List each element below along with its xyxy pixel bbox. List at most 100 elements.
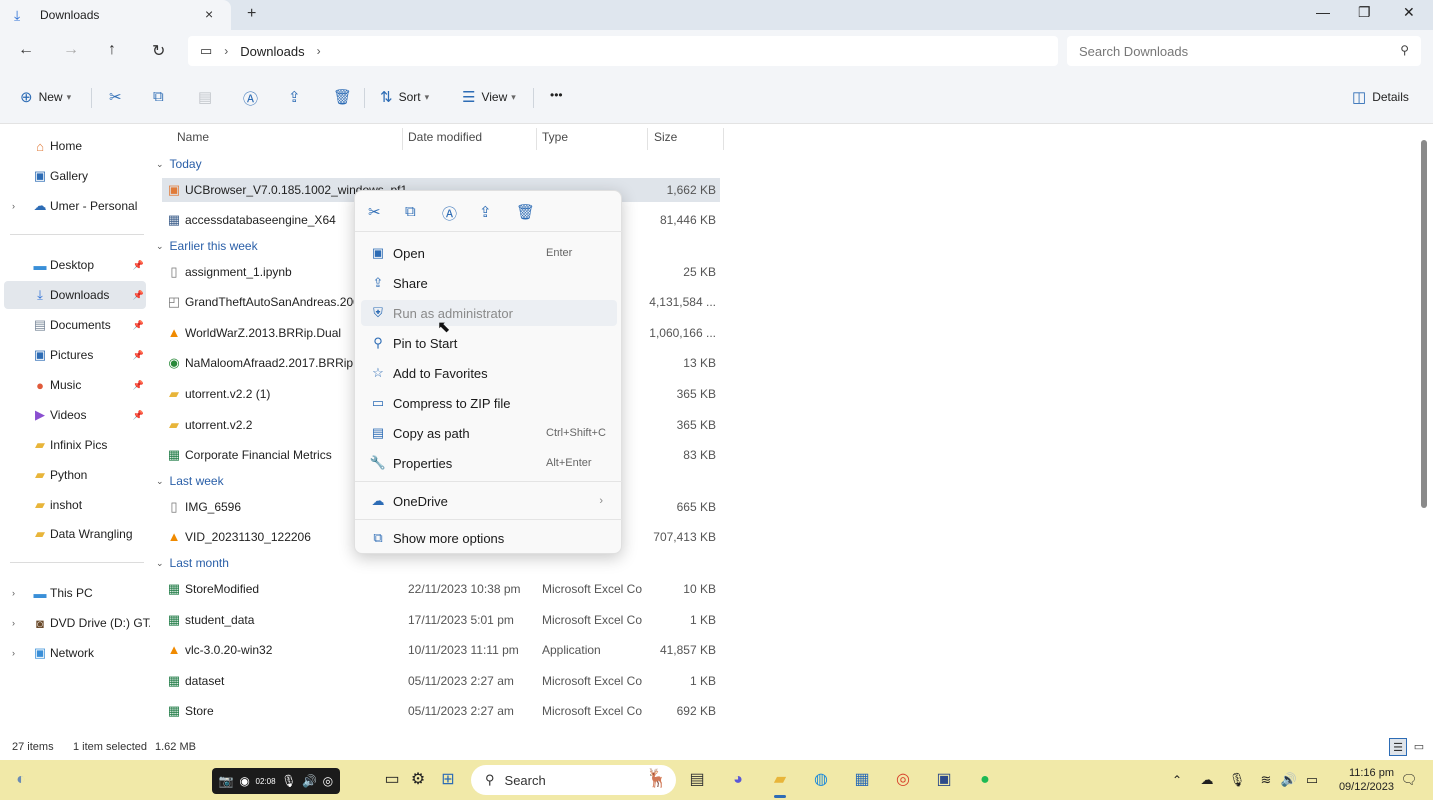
group-header[interactable]: ⌄ Last month	[156, 556, 229, 570]
more-button[interactable]: •••	[550, 88, 563, 102]
view-button[interactable]: ☰ View ▾	[462, 88, 516, 106]
pin-icon[interactable]: 📌	[133, 260, 144, 271]
column-header-type[interactable]: Type	[542, 130, 568, 144]
chrome-icon[interactable]: ◎	[891, 768, 915, 792]
chevron-right-icon[interactable]: ›	[12, 618, 15, 628]
menu-item-properties[interactable]: 🔧 Properties Alt+Enter	[361, 450, 617, 476]
notepad-icon[interactable]: ▤	[685, 768, 709, 792]
sidebar-item-python[interactable]: ▰ Python	[4, 461, 146, 489]
forward-icon[interactable]: →	[63, 41, 79, 59]
sidebar-item-videos[interactable]: ▶ Videos 📌	[4, 401, 146, 429]
tab-downloads[interactable]: ⤓ Downloads ×	[0, 0, 231, 30]
column-divider[interactable]	[723, 128, 724, 150]
rename-icon[interactable]: Ⓐ	[442, 203, 457, 224]
sidebar-item-this-pc[interactable]: › ▬ This PC	[4, 579, 146, 607]
camera-icon[interactable]: 📷	[219, 774, 234, 788]
edge-icon[interactable]: ◍	[809, 768, 833, 792]
refresh-icon[interactable]: ↻	[152, 41, 165, 61]
taskbar-search[interactable]: ⚲ Search 🦌	[471, 765, 676, 795]
record-icon[interactable]: ◉	[239, 774, 249, 788]
column-divider[interactable]	[536, 128, 537, 150]
notification-icon[interactable]: 🗨	[1397, 768, 1421, 792]
settings-icon[interactable]: ⚙	[406, 768, 430, 792]
chevron-up-icon[interactable]: ⌃	[1165, 768, 1189, 792]
sidebar-item-dvd-drive[interactable]: › ◙ DVD Drive (D:) GTA	[4, 609, 157, 637]
start-icon[interactable]: ⊞	[436, 768, 460, 792]
trash-icon[interactable]: 🗑	[516, 203, 535, 221]
back-icon[interactable]: ←	[18, 41, 34, 59]
column-header-name[interactable]: Name	[177, 130, 209, 144]
microphone-icon[interactable]: 🎙	[281, 774, 296, 788]
new-tab-button[interactable]: +	[247, 5, 256, 23]
sidebar-item-home[interactable]: ⌂ Home	[4, 132, 146, 160]
close-tab-icon[interactable]: ×	[205, 6, 213, 22]
onedrive-tray-icon[interactable]: ☁	[1195, 768, 1219, 792]
share-button[interactable]: ⇪	[288, 88, 301, 106]
task-view-icon[interactable]: ▭	[380, 768, 404, 792]
column-header-date[interactable]: Date modified	[408, 130, 482, 144]
chat-icon[interactable]: ◕	[726, 768, 750, 792]
menu-item-open[interactable]: ▣ Open Enter	[361, 240, 617, 266]
breadcrumb[interactable]: Downloads	[240, 44, 304, 59]
volume-icon[interactable]: 🔊	[1277, 768, 1301, 792]
widgets-icon[interactable]: ◐	[9, 768, 33, 792]
file-explorer-icon[interactable]: ▰	[768, 768, 792, 798]
sidebar-item-network[interactable]: › ▣ Network	[4, 639, 146, 667]
cut-icon[interactable]: ✂	[368, 203, 381, 221]
sidebar-item-infinix-pics[interactable]: ▰ Infinix Pics	[4, 431, 146, 459]
sidebar-item-gallery[interactable]: ▣ Gallery	[4, 162, 146, 190]
microphone-icon[interactable]: 🎙	[1225, 768, 1249, 792]
pin-icon[interactable]: 📌	[133, 410, 144, 421]
share-icon[interactable]: ⇪	[479, 203, 492, 221]
group-header[interactable]: ⌄ Earlier this week	[156, 239, 258, 253]
close-window-icon[interactable]: ✕	[1403, 4, 1415, 21]
table-row[interactable]: ▦ StoreModified 22/11/2023 10:38 pm Micr…	[162, 577, 720, 601]
table-row[interactable]: ▦ Store 05/11/2023 2:27 am Microsoft Exc…	[162, 699, 720, 723]
menu-item-compress-zip[interactable]: ▭ Compress to ZIP file	[361, 390, 617, 416]
app-icon[interactable]: ▣	[932, 768, 956, 792]
menu-item-copy-as-path[interactable]: ▤ Copy as path Ctrl+Shift+C	[361, 420, 617, 446]
sidebar-item-onedrive[interactable]: › ☁ Umer - Personal	[4, 192, 146, 220]
vertical-scrollbar[interactable]	[1421, 140, 1427, 508]
chevron-right-icon[interactable]: ›	[12, 201, 15, 211]
delete-button[interactable]: 🗑	[333, 88, 352, 106]
spotify-icon[interactable]: ●	[973, 768, 997, 792]
chevron-right-icon[interactable]: ›	[317, 44, 321, 58]
rename-button[interactable]: Ⓐ	[243, 88, 258, 109]
sidebar-item-documents[interactable]: ▤ Documents 📌	[4, 311, 146, 339]
up-icon[interactable]: ↑	[108, 41, 116, 59]
table-row[interactable]: ▦ dataset 05/11/2023 2:27 am Microsoft E…	[162, 669, 720, 693]
column-divider[interactable]	[402, 128, 403, 150]
menu-item-add-to-favorites[interactable]: ☆ Add to Favorites	[361, 360, 617, 386]
copy-button[interactable]: ⧉	[153, 88, 164, 105]
address-bar[interactable]: ▭ › Downloads ›	[188, 36, 1058, 66]
menu-item-run-as-admin[interactable]: ⛨ Run as administrator	[361, 300, 617, 326]
sidebar-item-downloads[interactable]: ⤓ Downloads 📌	[4, 281, 146, 309]
clock[interactable]: 11:16 pm 09/12/2023	[1330, 766, 1394, 794]
sidebar-item-data-wrangling[interactable]: ▰ Data Wrangling	[4, 520, 146, 548]
column-divider[interactable]	[647, 128, 648, 150]
paste-button[interactable]: ▤	[198, 88, 212, 106]
minimize-icon[interactable]: —	[1316, 4, 1330, 20]
speaker-icon[interactable]: 🔊	[302, 774, 317, 788]
chevron-right-icon[interactable]: ›	[12, 588, 15, 598]
details-view-toggle[interactable]: ☰	[1389, 738, 1407, 756]
menu-item-share[interactable]: ⇪ Share	[361, 270, 617, 296]
pin-icon[interactable]: 📌	[133, 290, 144, 301]
store-icon[interactable]: ▦	[850, 768, 874, 792]
webcam-icon[interactable]: ◎	[323, 774, 333, 788]
group-header[interactable]: ⌄ Today	[156, 157, 202, 171]
sidebar-item-music[interactable]: ● Music 📌	[4, 371, 146, 399]
details-button[interactable]: ◫ Details	[1352, 88, 1409, 106]
sort-button[interactable]: ⇅ Sort ▾	[380, 88, 429, 106]
menu-item-show-more-options[interactable]: ⧉ Show more options	[361, 525, 617, 551]
wifi-icon[interactable]: ≋	[1254, 768, 1278, 792]
table-row[interactable]: ▦ student_data 17/11/2023 5:01 pm Micros…	[162, 608, 720, 632]
column-header-size[interactable]: Size	[654, 130, 677, 144]
restore-icon[interactable]: ❐	[1358, 4, 1371, 21]
screen-recorder-bar[interactable]: 📷 ◉ 02:08 🎙 🔊 ◎	[212, 768, 340, 794]
cut-button[interactable]: ✂	[109, 88, 122, 106]
sidebar-item-desktop[interactable]: ▬ Desktop 📌	[4, 251, 146, 279]
menu-item-pin-to-start[interactable]: ⚲ Pin to Start	[361, 330, 617, 356]
menu-item-onedrive[interactable]: ☁ OneDrive ›	[361, 488, 617, 514]
